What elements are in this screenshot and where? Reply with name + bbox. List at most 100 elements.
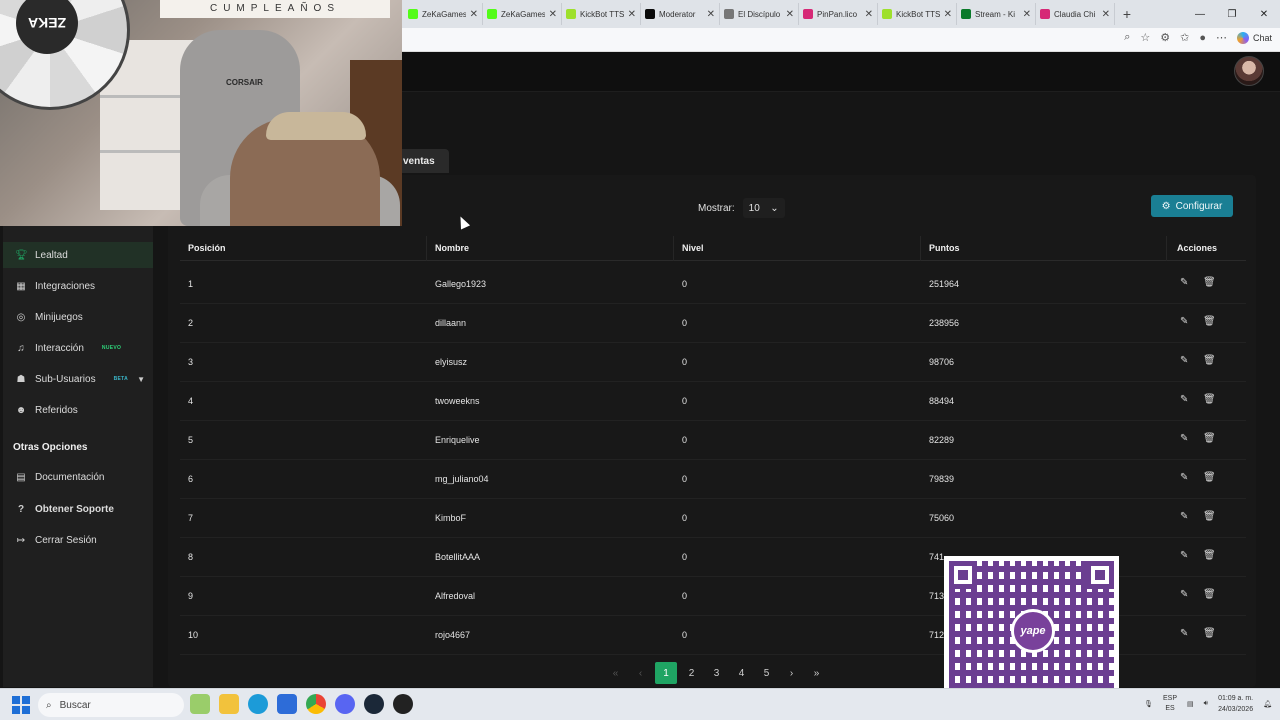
chevron-down-icon[interactable]: ▼	[137, 375, 145, 384]
edit-icon[interactable]: ✎	[1180, 277, 1188, 288]
header-name[interactable]: Nombre	[435, 243, 469, 253]
new-tab-icon[interactable]: +	[1115, 3, 1139, 25]
edit-icon[interactable]: ✎	[1180, 628, 1188, 639]
sidebar-item-referidos[interactable]: ☻ Referidos	[3, 397, 153, 423]
windows-start-icon[interactable]	[12, 696, 30, 714]
page-button-1[interactable]: 1	[655, 662, 677, 684]
discord-icon[interactable]	[335, 694, 355, 714]
more-menu-icon[interactable]: ⋯	[1216, 31, 1227, 44]
edit-icon[interactable]: ✎	[1180, 550, 1188, 561]
page-button-5[interactable]: 5	[754, 662, 779, 684]
delete-icon[interactable]: 🗑︎	[1203, 628, 1216, 639]
page-size-value: 10	[748, 202, 760, 214]
sidebar-item-lealtad[interactable]: 🏆︎ Lealtad	[3, 242, 153, 268]
delete-icon[interactable]: 🗑︎	[1203, 589, 1216, 600]
profile-icon[interactable]: ●	[1199, 32, 1206, 44]
delete-icon[interactable]: 🗑︎	[1203, 433, 1216, 444]
next-page-icon[interactable]: ›	[779, 662, 804, 684]
page-size-select[interactable]: 10 ⌄	[742, 198, 785, 218]
delete-icon[interactable]: 🗑︎	[1203, 394, 1216, 405]
sidebar-item-soporte[interactable]: ? Obtener Soporte	[3, 496, 153, 522]
sidebar-item-cerrar-sesion[interactable]: ↦ Cerrar Sesión	[3, 527, 153, 553]
sidebar-item-integraciones[interactable]: ▦ Integraciones	[3, 273, 153, 299]
extensions-icon[interactable]: ⚙	[1160, 31, 1170, 44]
delete-icon[interactable]: 🗑︎	[1203, 277, 1216, 288]
delete-icon[interactable]: 🗑︎	[1203, 316, 1216, 327]
column-divider	[673, 236, 674, 261]
tab-close-icon[interactable]: ✕	[865, 9, 873, 20]
restore-icon[interactable]: ❐	[1216, 0, 1248, 28]
browser-tab[interactable]: Stream - Ki ✕	[957, 3, 1036, 25]
edge-icon[interactable]	[248, 694, 268, 714]
notifications-icon[interactable]: 🔔︎	[1263, 700, 1272, 708]
yape-logo: yape	[1011, 609, 1055, 653]
clock-time: 01:09 a. m.	[1218, 695, 1254, 702]
address-toolbar: ⌕ ☆ ⚙ ✩ ● ⋯ Chat	[1124, 31, 1272, 44]
tab-close-icon[interactable]: ✕	[1023, 9, 1031, 20]
network-icon[interactable]: ▤	[1187, 700, 1194, 708]
edit-icon[interactable]: ✎	[1180, 355, 1188, 366]
delete-icon[interactable]: 🗑︎	[1203, 511, 1216, 522]
obs-icon[interactable]	[393, 694, 413, 714]
tab-close-icon[interactable]: ✕	[944, 9, 952, 20]
delete-icon[interactable]: 🗑︎	[1203, 355, 1216, 366]
tab-ventas[interactable]: ventas	[395, 149, 449, 173]
taskbar-search[interactable]: ⌕ Buscar	[38, 693, 184, 717]
edit-icon[interactable]: ✎	[1180, 511, 1188, 522]
sidebar-item-documentacion[interactable]: ▤ Documentación	[3, 464, 153, 490]
header-position[interactable]: Posición	[188, 243, 226, 253]
file-explorer-icon[interactable]	[219, 694, 239, 714]
zoom-icon[interactable]: ⌕	[1124, 31, 1130, 44]
tab-close-icon[interactable]: ✕	[470, 9, 478, 20]
browser-tab[interactable]: ZeKaGames ✕	[404, 3, 483, 25]
browser-tab[interactable]: ZeKaGames ✕	[483, 3, 562, 25]
browser-tab[interactable]: Moderator ✕	[641, 3, 720, 25]
avatar[interactable]	[1234, 56, 1264, 86]
tab-close-icon[interactable]: ✕	[707, 9, 715, 20]
browser-tab[interactable]: Claudia Chi ✕	[1036, 3, 1115, 25]
page-button-2[interactable]: 2	[679, 662, 704, 684]
puzzle-icon: ▦	[16, 280, 26, 292]
page-button-4[interactable]: 4	[729, 662, 754, 684]
browser-tab[interactable]: El Discípulo ✕	[720, 3, 799, 25]
header-points[interactable]: Puntos	[929, 243, 960, 253]
chrome-icon[interactable]	[306, 694, 326, 714]
last-page-icon[interactable]: »	[804, 662, 829, 684]
tab-close-icon[interactable]: ✕	[786, 9, 794, 20]
browser-tab[interactable]: KickBot TTS ✕	[878, 3, 957, 25]
chat-button[interactable]: Chat	[1236, 31, 1272, 44]
store-icon[interactable]	[277, 694, 297, 714]
delete-icon[interactable]: 🗑︎	[1203, 472, 1216, 483]
edit-icon[interactable]: ✎	[1180, 589, 1188, 600]
header-level[interactable]: Nivel	[682, 243, 704, 253]
edit-icon[interactable]: ✎	[1180, 433, 1188, 444]
keyboard-layout: ES	[1165, 705, 1175, 712]
edit-icon[interactable]: ✎	[1180, 316, 1188, 327]
widget-icon[interactable]	[190, 694, 210, 714]
prev-page-icon[interactable]: ‹	[628, 662, 653, 684]
first-page-icon[interactable]: «	[603, 662, 628, 684]
browser-tab[interactable]: KickBot TTS ✕	[562, 3, 641, 25]
tab-close-icon[interactable]: ✕	[549, 9, 557, 20]
tab-close-icon[interactable]: ✕	[628, 9, 636, 20]
sidebar-item-sub-usuarios[interactable]: ☗ Sub-Usuarios BETA ▼	[3, 366, 153, 392]
taskbar-clock[interactable]: 01:09 a. m. 24/03/2026	[1218, 693, 1253, 715]
configure-button[interactable]: ⚙ Configurar	[1151, 195, 1233, 217]
sidebar-item-label: Minijuegos	[35, 311, 83, 323]
tab-close-icon[interactable]: ✕	[1102, 9, 1110, 20]
page-button-3[interactable]: 3	[704, 662, 729, 684]
favorite-star-icon[interactable]: ☆	[1140, 31, 1150, 44]
microphone-icon[interactable]: 🎙︎	[1144, 700, 1153, 708]
minimize-icon[interactable]: —	[1184, 0, 1216, 28]
sidebar-item-minijuegos[interactable]: ◎ Minijuegos	[3, 304, 153, 330]
language-indicator[interactable]: ESP ES	[1163, 694, 1177, 714]
volume-icon[interactable]: 🔊︎	[1204, 700, 1208, 708]
delete-icon[interactable]: 🗑︎	[1203, 550, 1216, 561]
edit-icon[interactable]: ✎	[1180, 472, 1188, 483]
browser-tab[interactable]: PinPan.lico ✕	[799, 3, 878, 25]
steam-icon[interactable]	[364, 694, 384, 714]
edit-icon[interactable]: ✎	[1180, 394, 1188, 405]
close-window-icon[interactable]: ✕	[1248, 0, 1280, 28]
favorites-icon[interactable]: ✩	[1180, 31, 1189, 44]
sidebar-item-interaccion[interactable]: ♫ Interacción NUEVO	[3, 335, 153, 361]
